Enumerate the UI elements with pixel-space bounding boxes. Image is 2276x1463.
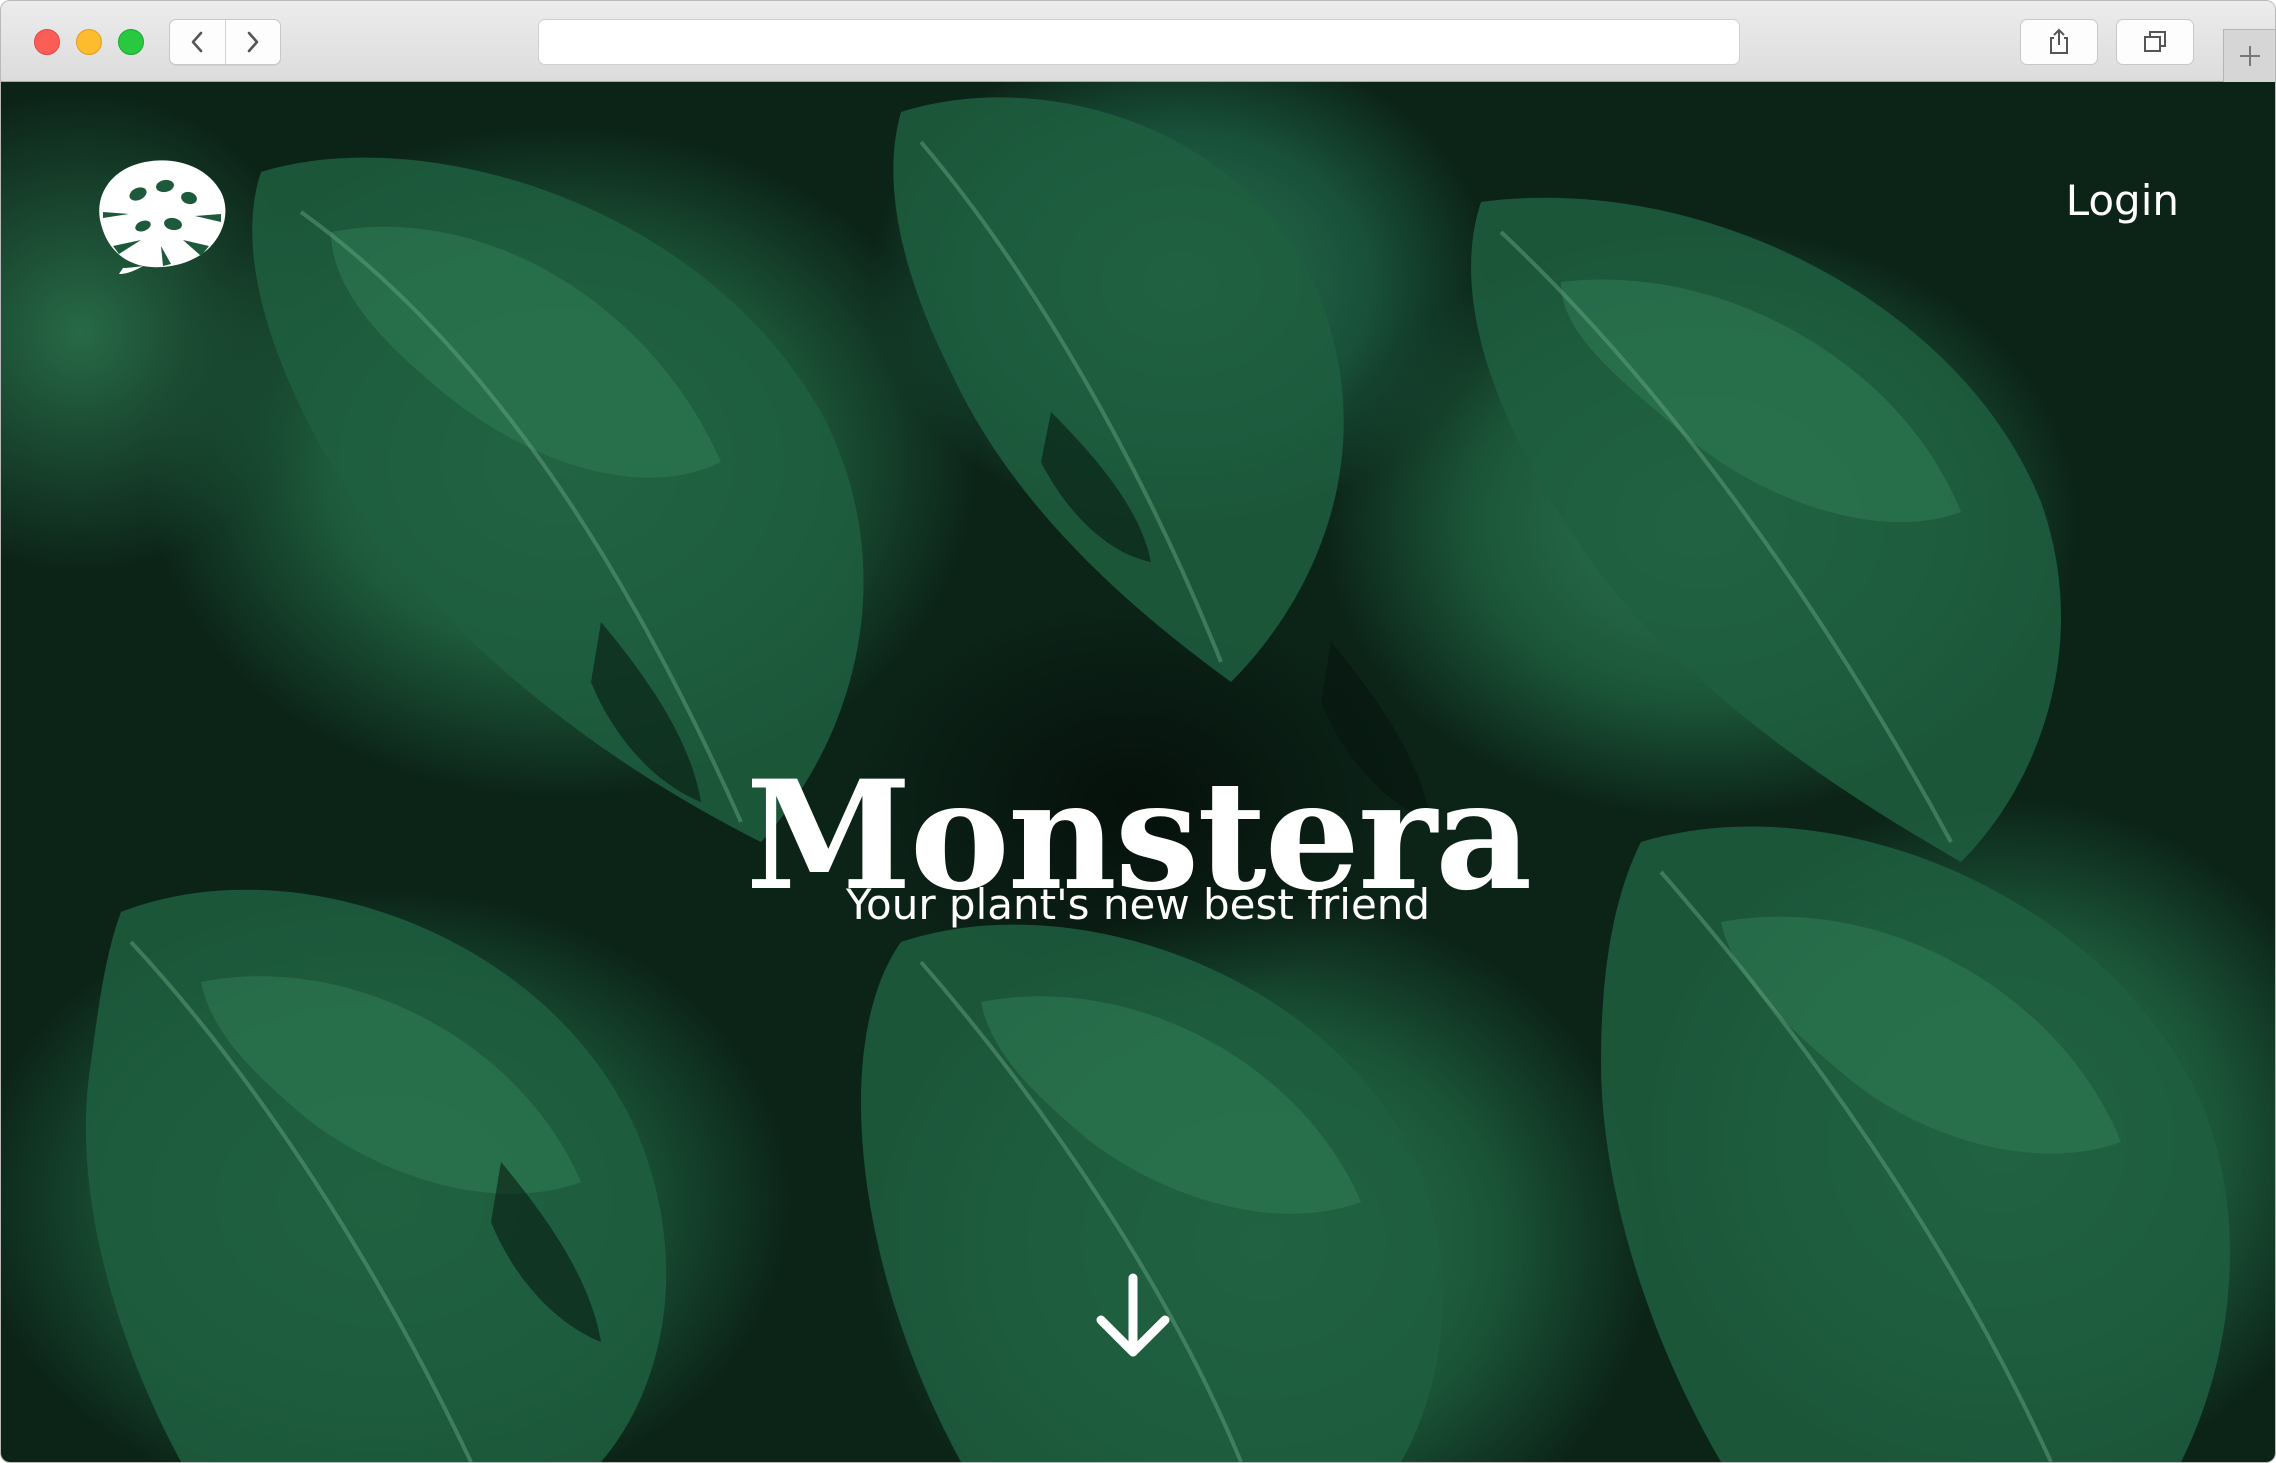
share-icon (2050, 28, 2068, 54)
tabs-icon (2144, 31, 2166, 52)
forward-button[interactable] (224, 20, 281, 64)
show-tabs-button[interactable] (2116, 19, 2194, 65)
new-tab-button[interactable] (2223, 29, 2275, 82)
chevron-left-icon (191, 31, 203, 53)
hero-section: Login Monstera Your plant's new best fri… (1, 82, 2275, 1462)
back-button[interactable] (170, 20, 225, 64)
address-bar[interactable] (538, 19, 1740, 65)
share-button[interactable] (2020, 19, 2098, 65)
scroll-down-button[interactable] (1091, 1272, 1175, 1362)
chevron-right-icon (247, 31, 259, 53)
zoom-window-button[interactable] (118, 29, 144, 55)
hero-subtitle: Your plant's new best friend (845, 880, 1431, 929)
close-window-button[interactable] (34, 29, 60, 55)
plus-icon (2240, 46, 2260, 66)
arrow-down-icon (1096, 1273, 1170, 1357)
monstera-leaf-icon[interactable] (83, 154, 233, 274)
login-link[interactable]: Login (2066, 176, 2179, 225)
navigation-buttons (169, 19, 281, 65)
browser-window: Login Monstera Your plant's new best fri… (0, 0, 2276, 1463)
browser-toolbar (1, 1, 2275, 82)
minimize-window-button[interactable] (76, 29, 102, 55)
